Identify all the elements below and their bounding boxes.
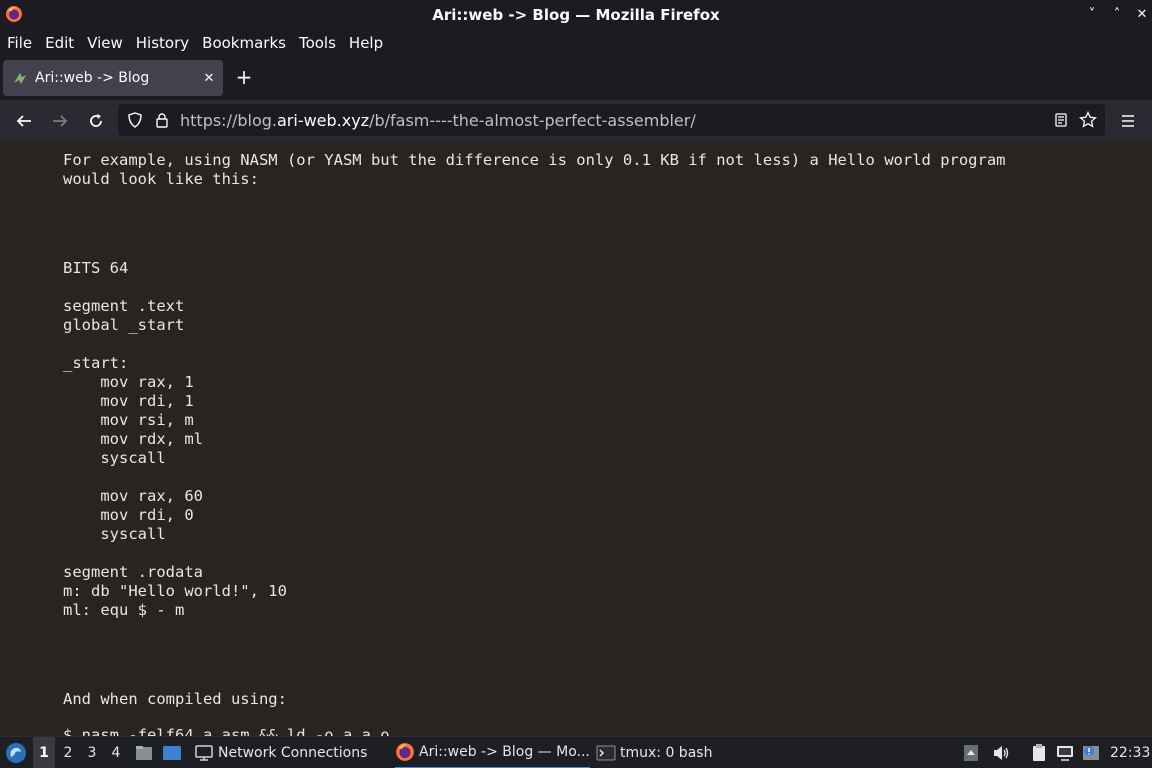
- tab-strip: Ari::web -> Blog ✕ +: [0, 56, 1152, 100]
- window-title: Ari::web -> Blog — Mozilla Firefox: [432, 6, 720, 24]
- tab-blog[interactable]: Ari::web -> Blog ✕: [3, 60, 223, 96]
- file-manager-icon: [136, 746, 152, 760]
- code-line: BITS 64: [63, 259, 129, 277]
- url-bar[interactable]: https://blog.ari-web.xyz/b/fasm----the-a…: [118, 104, 1105, 136]
- task-label: Ari::web -> Blog — Mo...: [419, 744, 590, 760]
- minimize-button[interactable]: ˅: [1083, 6, 1101, 24]
- forward-button[interactable]: [48, 109, 72, 133]
- code-line: m: db "Hello world!", 10: [63, 582, 287, 600]
- tray-arrow-button[interactable]: [962, 737, 980, 768]
- code-block: BITS 64 segment .text global _start _start:…: [63, 259, 287, 620]
- menu-view[interactable]: View: [87, 34, 123, 52]
- new-tab-button[interactable]: +: [234, 67, 254, 87]
- tab-close-icon[interactable]: ✕: [198, 71, 220, 86]
- menu-bar: File Edit View History Bookmarks Tools H…: [0, 30, 1152, 56]
- paragraph-compile-intro: And when compiled using:: [63, 690, 287, 708]
- reader-view-icon[interactable]: [1052, 111, 1070, 129]
- task-network-connections[interactable]: Network Connections: [194, 737, 367, 768]
- url-path: /b/fasm----the-almost-perfect-assembler/: [369, 111, 696, 130]
- reload-icon: [90, 114, 102, 127]
- back-button[interactable]: [12, 109, 36, 133]
- code-line: ml: equ $ - m: [63, 601, 185, 619]
- code-line: mov rdi, 1: [63, 392, 194, 410]
- network-tray-button[interactable]: [1055, 737, 1075, 768]
- code-line: global _start: [63, 316, 185, 334]
- code-line: mov rdi, 0: [63, 506, 194, 524]
- task-firefox[interactable]: Ari::web -> Blog — Mo...: [395, 737, 590, 768]
- clipboard-button[interactable]: [1029, 737, 1049, 768]
- network-monitor-icon: [1057, 746, 1073, 761]
- start-menu-button[interactable]: [4, 737, 28, 768]
- code-line: segment .rodata: [63, 563, 203, 581]
- clock[interactable]: 22:33: [1110, 737, 1150, 768]
- code-line: _start:: [63, 354, 129, 372]
- code-line: mov rsi, m: [63, 411, 194, 429]
- menu-tools[interactable]: Tools: [299, 34, 336, 52]
- workspace-1[interactable]: 1: [33, 737, 55, 768]
- clipboard-icon: [1033, 744, 1045, 761]
- navigation-toolbar: https://blog.ari-web.xyz/b/fasm----the-a…: [0, 100, 1152, 141]
- code-line: mov rax, 60: [63, 487, 203, 505]
- menu-history[interactable]: History: [136, 34, 189, 52]
- file-manager-launcher[interactable]: [134, 737, 154, 768]
- compile-command: $ nasm -felf64 a.asm && ld -o a a.o: [63, 726, 390, 736]
- speaker-icon: [994, 746, 1009, 760]
- tracking-shield-icon[interactable]: [126, 111, 144, 129]
- notification-button[interactable]: [1081, 737, 1101, 768]
- workspace-2[interactable]: 2: [57, 737, 79, 768]
- task-terminal[interactable]: tmux: 0 bash: [596, 737, 712, 768]
- code-line: segment .text: [63, 297, 185, 315]
- volume-button[interactable]: [991, 737, 1011, 768]
- url-host: ari-web.xyz: [276, 111, 370, 130]
- lxqt-logo-icon: [6, 743, 26, 763]
- back-arrow-icon: [16, 115, 31, 127]
- paragraph-intro-line-1: For example, using NASM (or YASM but the…: [63, 151, 1006, 169]
- code-line: mov rdx, ml: [63, 430, 203, 448]
- menu-help[interactable]: Help: [349, 34, 383, 52]
- menu-edit[interactable]: Edit: [45, 34, 74, 52]
- menu-file[interactable]: File: [7, 34, 32, 52]
- url-text[interactable]: https://blog.ari-web.xyz/b/fasm----the-a…: [180, 111, 696, 130]
- bookmark-star-icon[interactable]: [1079, 111, 1097, 129]
- task-label: Network Connections: [218, 745, 368, 761]
- app-menu-button[interactable]: [1116, 109, 1140, 133]
- menu-bookmarks[interactable]: Bookmarks: [202, 34, 286, 52]
- restore-button[interactable]: ˄: [1108, 6, 1126, 24]
- lock-icon[interactable]: [153, 111, 171, 129]
- firefox-icon: [396, 743, 414, 761]
- desktop-icon: [163, 746, 181, 760]
- workspace-4[interactable]: 4: [105, 737, 127, 768]
- code-line: syscall: [63, 525, 166, 543]
- forward-arrow-icon: [53, 115, 68, 127]
- terminal-icon: [596, 745, 616, 761]
- code-line: mov rax, 1: [63, 373, 194, 391]
- code-line: syscall: [63, 449, 166, 467]
- url-prefix: https://blog.: [180, 111, 277, 130]
- tray-expand-icon: [964, 745, 978, 761]
- site-favicon-icon: [14, 73, 26, 84]
- paragraph-intro-line-2: would look like this:: [63, 170, 259, 188]
- show-desktop-button[interactable]: [162, 737, 182, 768]
- workspace-3[interactable]: 3: [81, 737, 103, 768]
- taskbar: 1 2 3 4 Network Connections Ari::web -> …: [0, 736, 1152, 768]
- close-window-button[interactable]: ✕: [1133, 6, 1151, 24]
- window-titlebar: Ari::web -> Blog — Mozilla Firefox ˅ ˄ ✕: [0, 0, 1152, 30]
- reload-button[interactable]: [84, 109, 108, 133]
- hamburger-menu-icon: [1122, 115, 1134, 127]
- task-label: tmux: 0 bash: [620, 745, 713, 761]
- page-content: For example, using NASM (or YASM but the…: [0, 141, 1152, 736]
- notification-icon: [1083, 746, 1099, 760]
- network-connections-icon: [195, 745, 213, 761]
- tab-label: Ari::web -> Blog: [35, 70, 150, 86]
